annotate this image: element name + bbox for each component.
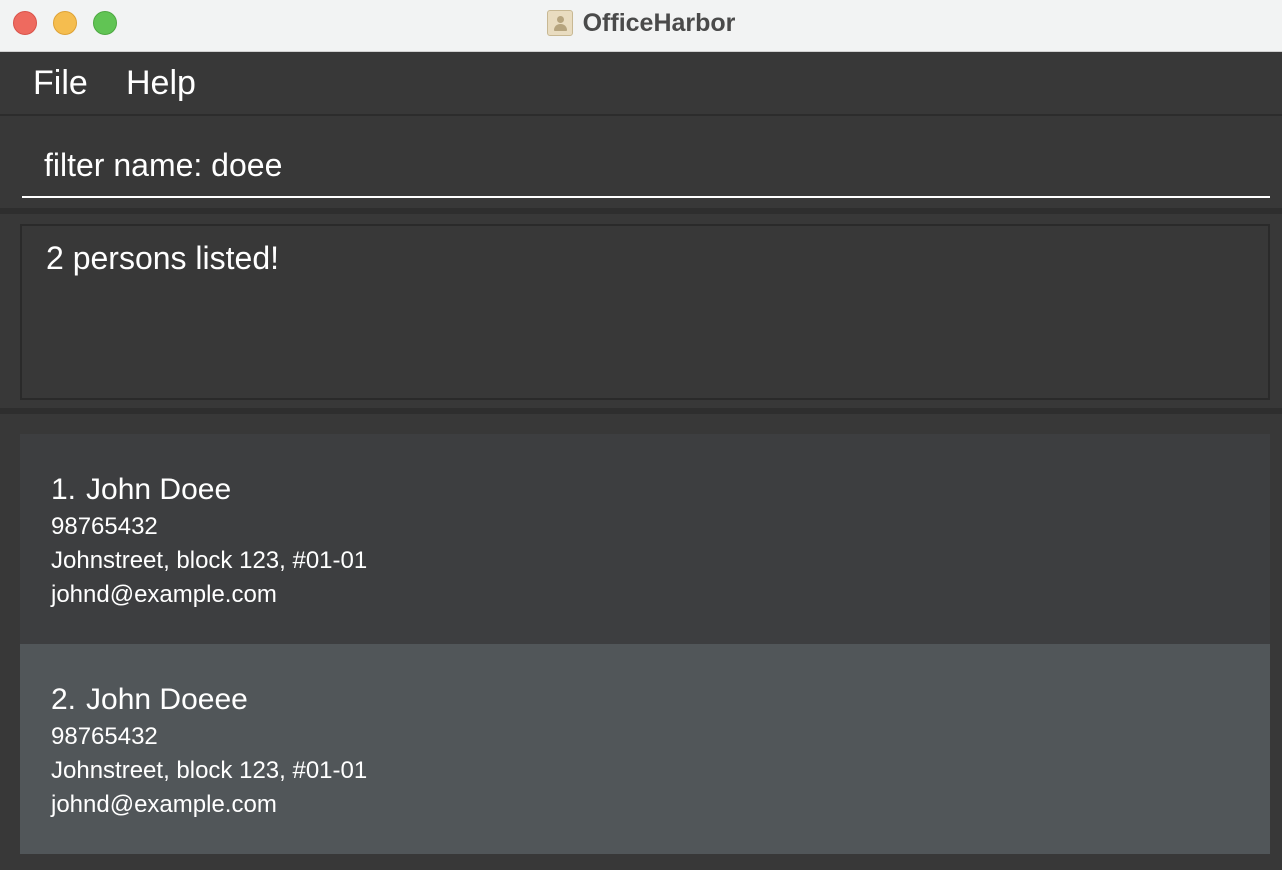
title-bar: OfficeHarbor bbox=[0, 0, 1282, 52]
address-book-icon bbox=[546, 10, 573, 36]
person-name-row: 2. John Doeee bbox=[51, 682, 1270, 718]
command-box-area bbox=[0, 116, 1282, 212]
result-display: 2 persons listed! bbox=[20, 224, 1270, 400]
menu-help[interactable]: Help bbox=[126, 64, 196, 103]
person-address: Johnstreet, block 123, #01-01 bbox=[51, 547, 368, 574]
title-group: OfficeHarbor bbox=[0, 0, 1282, 46]
person-name: John Doeee bbox=[86, 683, 248, 716]
person-address: Johnstreet, block 123, #01-01 bbox=[51, 757, 368, 784]
person-card[interactable]: 1. John Doee 98765432 Johnstreet, block 1… bbox=[20, 434, 1270, 644]
result-message: 2 persons listed! bbox=[46, 240, 280, 276]
person-email: johnd@example.com bbox=[51, 581, 277, 608]
person-index: 2. bbox=[51, 683, 77, 716]
person-phone: 98765432 bbox=[51, 513, 158, 540]
person-list[interactable]: 1. John Doee 98765432 Johnstreet, block 1… bbox=[20, 434, 1270, 854]
menu-bar: File Help bbox=[0, 52, 1282, 116]
section-divider bbox=[0, 208, 1282, 214]
section-divider bbox=[0, 408, 1282, 414]
person-index: 1. bbox=[51, 473, 77, 506]
command-input[interactable] bbox=[22, 134, 1270, 198]
person-name-row: 1. John Doee bbox=[51, 472, 1270, 508]
person-card[interactable]: 2. John Doeee 98765432 Johnstreet, block … bbox=[20, 644, 1270, 854]
menu-file[interactable]: File bbox=[33, 64, 88, 103]
person-email: johnd@example.com bbox=[51, 791, 277, 818]
app-window: OfficeHarbor File Help 2 persons listed!… bbox=[0, 0, 1282, 870]
person-name: John Doee bbox=[86, 473, 232, 506]
person-phone: 98765432 bbox=[51, 723, 158, 750]
window-title: OfficeHarbor bbox=[582, 8, 736, 37]
